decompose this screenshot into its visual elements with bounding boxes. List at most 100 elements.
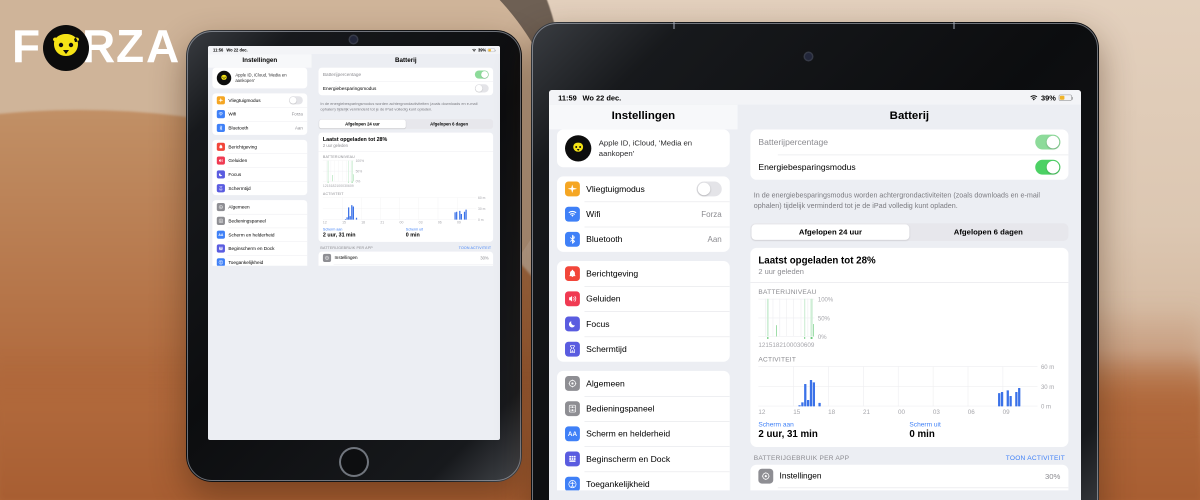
batterijpercentage-label: Batterijpercentage xyxy=(758,137,829,147)
battery-level-chart: 12 15 18 21 00 03 06 09 100% 50% 0% xyxy=(322,159,489,188)
stat-value: 0 min xyxy=(405,231,420,238)
battery-level-chart: 12 15 18 21 00 03 06 09 100% 50% 0% xyxy=(758,296,1060,349)
sidebar-group-0: Vliegtuigmodus Wifi Forza Bluetooth Aan xyxy=(212,93,308,135)
status-date: Wo 22 dec. xyxy=(582,93,622,102)
forza-logo: F O R Z A xyxy=(10,18,190,80)
sidebar-item-vliegtuigmodus[interactable]: Vliegtuigmodus xyxy=(557,176,730,201)
sidebar-item-label: Schermtijd xyxy=(228,185,251,191)
activity-chart: 12 15 18 21 00 03 06 09 60 m 30 m 0 m xyxy=(758,364,1060,416)
show-activity-link[interactable]: TOON ACTIVITEIT xyxy=(459,246,492,250)
y-tick: 100% xyxy=(817,296,834,304)
sidebar-item-bedieningspaneel[interactable]: Bedieningspaneel xyxy=(212,213,308,228)
vliegtuigmodus-toggle[interactable] xyxy=(696,181,722,197)
sidebar-item-scherm-en-helderheid[interactable]: AA Scherm en helderheid xyxy=(212,227,308,242)
sidebar-item-geluiden[interactable]: Geluiden xyxy=(557,286,730,311)
x-tick: 18 xyxy=(828,408,836,416)
app-row-begin-toegangsscherm[interactable]: Begin-/toegangsscherm 14% xyxy=(750,487,1069,491)
profile-group[interactable]: Apple ID, iCloud, 'Media en aankopen' xyxy=(557,129,730,168)
bluetooth-value: Aan xyxy=(294,125,303,131)
apps-usage-group: Instellingen 30% Begin-/toegangsscherm 1… xyxy=(318,251,494,266)
sidebar-item-wifi[interactable]: Wifi Forza xyxy=(557,201,730,227)
time-range-segmented-control[interactable]: Afgelopen 24 uur Afgelopen 6 dagen xyxy=(750,223,1069,242)
sidebar-item-focus[interactable]: Focus xyxy=(557,311,730,336)
sidebar-item-wifi[interactable]: Wifi Forza xyxy=(212,107,308,121)
screen-time-stats: Scherm aan 2 uur, 31 min Scherm uit 0 mi… xyxy=(758,421,1060,440)
apple-id-row[interactable]: Apple ID, iCloud, 'Media en aankopen' xyxy=(557,129,730,167)
sidebar-item-bedieningspaneel[interactable]: Bedieningspaneel xyxy=(557,396,730,421)
charging-tick xyxy=(327,181,329,183)
avatar xyxy=(216,70,232,86)
battery-scroll[interactable]: Batterijpercentage Energiebesparingsmodu… xyxy=(738,129,1081,491)
energiebesparingsmodus-toggle[interactable] xyxy=(1035,159,1061,175)
battery-detail-pane: Batterij Batterijpercentage Energiebespa… xyxy=(311,54,500,266)
front-camera-icon xyxy=(350,36,357,43)
sidebar-item-berichtgeving[interactable]: Berichtgeving xyxy=(557,261,730,286)
status-time: 11:59 xyxy=(558,93,577,102)
home-button[interactable] xyxy=(339,447,369,477)
show-activity-link[interactable]: TOON ACTIVITEIT xyxy=(1006,455,1065,462)
vliegtuigmodus-toggle[interactable] xyxy=(289,96,303,105)
sidebar-item-bluetooth[interactable]: Bluetooth Aan xyxy=(557,226,730,252)
sidebar-item-label: Algemeen xyxy=(586,378,625,389)
sidebar-item-bluetooth[interactable]: Bluetooth Aan xyxy=(212,121,308,135)
batterijpercentage-row[interactable]: Batterijpercentage xyxy=(319,68,494,82)
profile-group[interactable]: Apple ID, iCloud, 'Media en aankopen' xyxy=(212,67,308,89)
apple-id-row[interactable]: Apple ID, iCloud, 'Media en aankopen' xyxy=(212,68,307,89)
segment-afgelopen-6-dagen[interactable]: Afgelopen 6 dagen xyxy=(909,225,1067,240)
sidebar-item-beginscherm-en-dock[interactable]: Beginscherm en Dock xyxy=(212,241,308,256)
sidebar-item-focus[interactable]: Focus xyxy=(212,167,308,182)
energiebesparingsmodus-row[interactable]: Energiebesparingsmodus xyxy=(319,81,494,95)
activity-plot xyxy=(758,366,1038,407)
airplane-icon xyxy=(565,181,580,197)
sidebar-item-algemeen[interactable]: Algemeen xyxy=(212,200,307,214)
battery-chart-card: Laatst opgeladen tot 28% 2 uur geleden B… xyxy=(318,132,494,243)
battery-scroll[interactable]: Batterijpercentage Energiebesparingsmodu… xyxy=(312,67,500,266)
batterijpercentage-toggle[interactable] xyxy=(474,70,489,79)
segment-afgelopen-24-uur[interactable]: Afgelopen 24 uur xyxy=(319,119,406,129)
charging-tick xyxy=(767,337,769,339)
sidebar-item-label: Scherm en helderheid xyxy=(228,232,275,238)
sidebar-item-toegankelijkheid[interactable]: Toegankelijkheid xyxy=(557,471,730,491)
sidebar-item-label: Algemeen xyxy=(228,204,250,210)
sidebar-item-schermtijd[interactable]: Schermtijd xyxy=(212,181,308,195)
sidebar-item-toegankelijkheid[interactable]: Toegankelijkheid xyxy=(212,255,308,266)
app-percent: 30% xyxy=(1044,471,1061,481)
batterijpercentage-row[interactable]: Batterijpercentage xyxy=(750,129,1068,154)
batterijpercentage-toggle[interactable] xyxy=(1035,134,1061,150)
app-row-begin-toegangsscherm[interactable]: Begin-/toegangsscherm 14% xyxy=(319,264,494,265)
sidebar-item-berichtgeving[interactable]: Berichtgeving xyxy=(212,140,307,154)
sidebar-item-label: Berichtgeving xyxy=(586,268,639,279)
y-tick: 50% xyxy=(355,169,363,174)
sidebar-item-label: Wifi xyxy=(586,209,601,219)
sidebar-group-0: Vliegtuigmodus Wifi Forza Bluetooth Aan xyxy=(557,176,730,252)
moon-icon xyxy=(216,170,225,179)
activity-bar xyxy=(798,405,801,407)
segment-afgelopen-24-uur[interactable]: Afgelopen 24 uur xyxy=(751,224,910,241)
sidebar-item-scherm-en-helderheid[interactable]: AA Scherm en helderheid xyxy=(557,421,730,446)
sidebar-item-vliegtuigmodus[interactable]: Vliegtuigmodus xyxy=(212,93,307,107)
battery-icon xyxy=(487,48,496,52)
segment-afgelopen-6-dagen[interactable]: Afgelopen 6 dagen xyxy=(406,120,493,128)
energiebesparingsmodus-toggle[interactable] xyxy=(474,84,489,93)
sidebar-scroll[interactable]: Apple ID, iCloud, 'Media en aankopen' Vl… xyxy=(208,67,312,266)
sidebar-item-label: Schermtijd xyxy=(586,344,627,354)
sidebar-item-beginscherm-en-dock[interactable]: Beginscherm en Dock xyxy=(557,446,730,471)
sidebar-item-algemeen[interactable]: Algemeen xyxy=(557,371,730,396)
apps-usage-group: Instellingen 30% Begin-/toegangsscherm 1… xyxy=(750,464,1069,491)
sidebar-scroll[interactable]: Apple ID, iCloud, 'Media en aankopen' Vl… xyxy=(549,129,738,491)
sidebar-item-label: Focus xyxy=(586,319,610,329)
app-row-instellingen[interactable]: Instellingen 30% xyxy=(319,252,494,265)
app-row-instellingen[interactable]: Instellingen 30% xyxy=(750,465,1068,488)
wifi-icon xyxy=(472,48,477,52)
battery-percent: 39% xyxy=(478,47,487,53)
sidebar-item-schermtijd[interactable]: Schermtijd xyxy=(557,336,730,362)
y-tick: 0 m xyxy=(478,218,484,222)
activity-bar xyxy=(1006,390,1009,407)
time-range-segmented-control[interactable]: Afgelopen 24 uur Afgelopen 6 dagen xyxy=(318,119,494,129)
battery-level-chart-label: BATTERIJNIVEAU xyxy=(758,289,817,297)
energiebesparingsmodus-row[interactable]: Energiebesparingsmodus xyxy=(750,154,1069,180)
sidebar-item-geluiden[interactable]: Geluiden xyxy=(212,153,308,168)
x-tick: 15 xyxy=(765,341,773,349)
last-charge-sub: 2 uur geleden xyxy=(758,267,804,277)
battery-level-yaxis: 100% 50% 0% xyxy=(354,159,367,188)
